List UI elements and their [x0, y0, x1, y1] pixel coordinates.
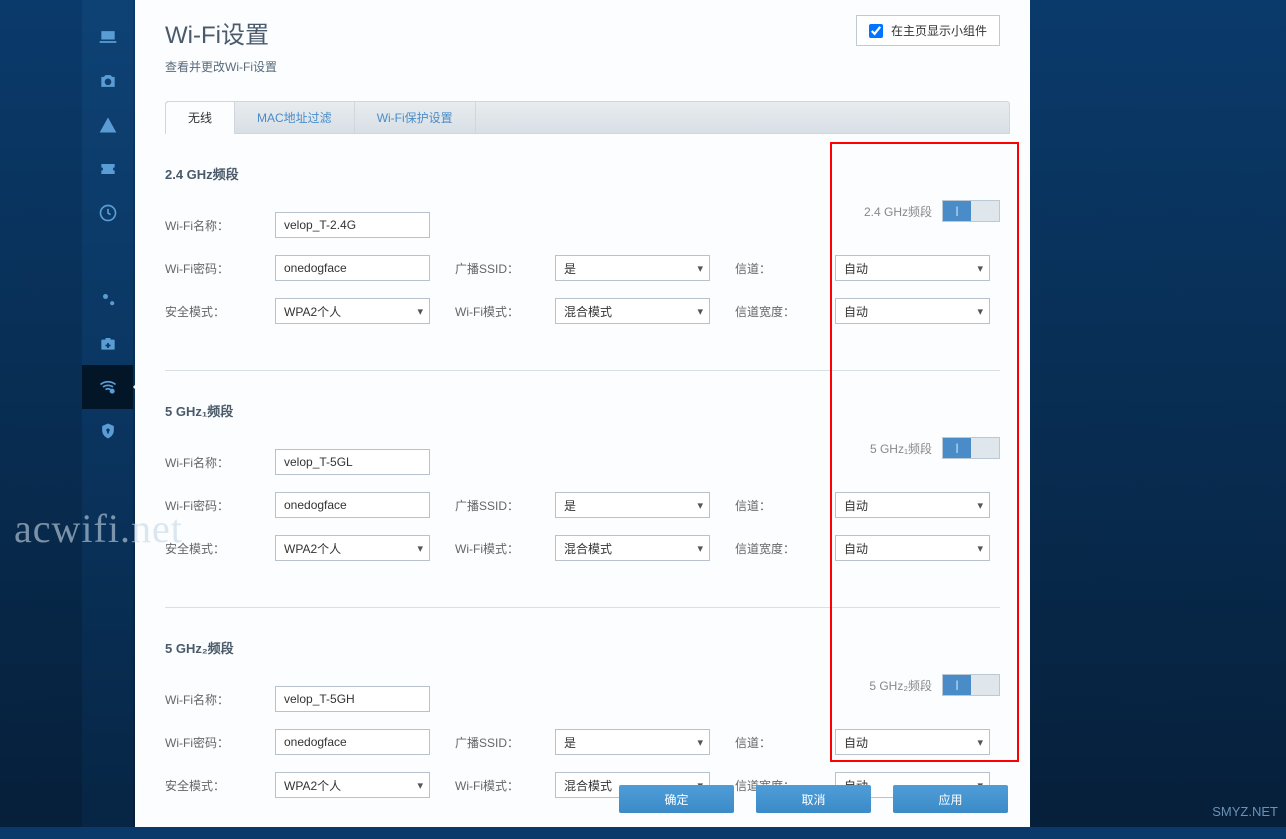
wifi-mode-select-5ghz1[interactable]: 混合模式	[555, 535, 710, 561]
label-channel-width: 信道宽度：	[725, 540, 835, 557]
label-wifi-name: Wi-Fi名称：	[165, 691, 275, 708]
header: Wi-Fi设置 查看并更改Wi-Fi设置 在主页显示小组件	[135, 0, 1030, 83]
band-section-24ghz: 2.4 GHz频段 Wi-Fi名称： 2.4 GHz频段 | Wi-Fi密码：	[165, 164, 1000, 371]
sidebar-item-security[interactable]	[82, 409, 133, 453]
label-security-mode: 安全模式：	[165, 777, 275, 794]
wifi-name-input-5ghz2[interactable]	[275, 686, 430, 712]
warning-icon	[98, 115, 118, 135]
label-channel: 信道：	[725, 260, 835, 277]
wifi-password-input-24ghz[interactable]	[275, 255, 430, 281]
band-title-5ghz1: 5 GHz₁频段	[165, 401, 1000, 420]
toggle-5ghz2[interactable]: |	[942, 674, 1000, 696]
label-security-mode: 安全模式：	[165, 540, 275, 557]
channel-select-5ghz2[interactable]: 自动	[835, 729, 990, 755]
label-wifi-password: Wi-Fi密码：	[165, 260, 275, 277]
sidebar	[82, 0, 133, 827]
wifi-name-input-5ghz1[interactable]	[275, 449, 430, 475]
page-title: Wi-Fi设置	[165, 15, 277, 50]
label-security-mode: 安全模式：	[165, 303, 275, 320]
label-broadcast-ssid: 广播SSID：	[445, 734, 555, 751]
label-wifi-mode: Wi-Fi模式：	[445, 303, 555, 320]
toggle-knob: |	[943, 201, 971, 221]
band-section-5ghz1: 5 GHz₁频段 Wi-Fi名称： 5 GHz₁频段 | Wi-Fi密码：	[165, 401, 1000, 608]
toggle-knob: |	[943, 438, 971, 458]
security-mode-select-24ghz[interactable]: WPA2个人	[275, 298, 430, 324]
medkit-icon	[98, 333, 118, 353]
button-bar: 确定 取消 应用	[619, 785, 1008, 813]
label-wifi-mode: Wi-Fi模式：	[445, 777, 555, 794]
label-wifi-name: Wi-Fi名称：	[165, 454, 275, 471]
page-subtitle: 查看并更改Wi-Fi设置	[165, 58, 277, 75]
band-title-5ghz2: 5 GHz₂频段	[165, 638, 1000, 657]
content: 2.4 GHz频段 Wi-Fi名称： 2.4 GHz频段 | Wi-Fi密码：	[135, 134, 1030, 839]
toggle-label-24ghz: 2.4 GHz频段	[864, 203, 932, 220]
label-channel: 信道：	[725, 497, 835, 514]
broadcast-ssid-select-5ghz1[interactable]: 是	[555, 492, 710, 518]
label-channel: 信道：	[725, 734, 835, 751]
apply-button[interactable]: 应用	[893, 785, 1008, 813]
label-wifi-password: Wi-Fi密码：	[165, 497, 275, 514]
homepage-widget-input[interactable]	[869, 24, 883, 38]
tab-wps[interactable]: Wi-Fi保护设置	[355, 102, 476, 133]
broadcast-ssid-select-24ghz[interactable]: 是	[555, 255, 710, 281]
sidebar-item-diagnostics[interactable]	[82, 321, 133, 365]
sidebar-item-media[interactable]	[82, 59, 133, 103]
watermark-smyz: SMYZ.NET	[1212, 804, 1278, 819]
label-broadcast-ssid: 广播SSID：	[445, 260, 555, 277]
wifi-password-input-5ghz2[interactable]	[275, 729, 430, 755]
wifi-name-input-24ghz[interactable]	[275, 212, 430, 238]
ok-button[interactable]: 确定	[619, 785, 734, 813]
main-panel: Wi-Fi设置 查看并更改Wi-Fi设置 在主页显示小组件 无线 MAC地址过滤…	[135, 0, 1030, 827]
toggle-5ghz1[interactable]: |	[942, 437, 1000, 459]
security-mode-select-5ghz1[interactable]: WPA2个人	[275, 535, 430, 561]
homepage-widget-label: 在主页显示小组件	[891, 22, 987, 39]
homepage-widget-checkbox[interactable]: 在主页显示小组件	[856, 15, 1000, 46]
tab-wireless[interactable]: 无线	[166, 102, 235, 133]
gears-icon	[98, 289, 118, 309]
wifi-mode-select-24ghz[interactable]: 混合模式	[555, 298, 710, 324]
channel-select-5ghz1[interactable]: 自动	[835, 492, 990, 518]
sidebar-item-wifi[interactable]	[82, 365, 133, 409]
channel-select-24ghz[interactable]: 自动	[835, 255, 990, 281]
sidebar-item-devices[interactable]	[82, 15, 133, 59]
sidebar-item-clock[interactable]	[82, 191, 133, 235]
clock-icon	[98, 203, 118, 223]
wifi-password-input-5ghz1[interactable]	[275, 492, 430, 518]
band-title-24ghz: 2.4 GHz频段	[165, 164, 1000, 183]
security-mode-select-5ghz2[interactable]: WPA2个人	[275, 772, 430, 798]
label-wifi-password: Wi-Fi密码：	[165, 734, 275, 751]
wifi-gear-icon	[98, 377, 118, 397]
sidebar-item-speed[interactable]	[82, 147, 133, 191]
label-broadcast-ssid: 广播SSID：	[445, 497, 555, 514]
label-wifi-mode: Wi-Fi模式：	[445, 540, 555, 557]
broadcast-ssid-select-5ghz2[interactable]: 是	[555, 729, 710, 755]
tab-mac-filter[interactable]: MAC地址过滤	[235, 102, 355, 133]
toggle-knob: |	[943, 675, 971, 695]
channel-width-select-5ghz1[interactable]: 自动	[835, 535, 990, 561]
tabs: 无线 MAC地址过滤 Wi-Fi保护设置	[165, 101, 1010, 134]
label-channel-width: 信道宽度：	[725, 303, 835, 320]
camera-icon	[98, 71, 118, 91]
ticket-icon	[98, 159, 118, 179]
toggle-label-5ghz2: 5 GHz₂频段	[869, 677, 932, 694]
laptop-icon	[98, 27, 118, 47]
shield-icon	[98, 421, 118, 441]
cancel-button[interactable]: 取消	[756, 785, 871, 813]
toggle-24ghz[interactable]: |	[942, 200, 1000, 222]
toggle-label-5ghz1: 5 GHz₁频段	[870, 440, 932, 457]
sidebar-item-settings[interactable]	[82, 277, 133, 321]
channel-width-select-24ghz[interactable]: 自动	[835, 298, 990, 324]
sidebar-item-parental[interactable]	[82, 103, 133, 147]
label-wifi-name: Wi-Fi名称：	[165, 217, 275, 234]
